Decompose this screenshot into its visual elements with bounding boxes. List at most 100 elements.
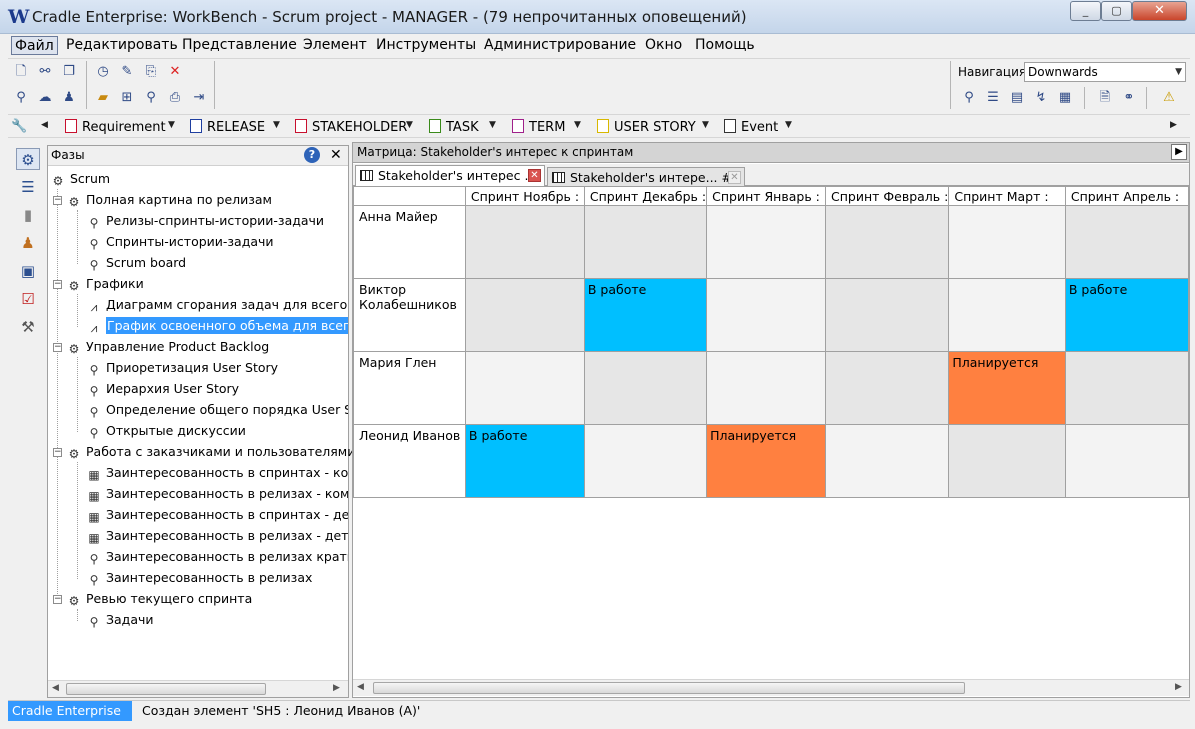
collapse-toggle[interactable]: − <box>53 196 62 205</box>
menu-window[interactable]: Окно <box>642 36 685 55</box>
close-tab-icon[interactable]: ✕ <box>728 171 741 184</box>
delete-icon[interactable]: ✕ <box>166 63 184 81</box>
tree-node-view[interactable]: ⚲ Спринты-истории-задачи <box>86 232 348 252</box>
print-icon[interactable]: ⎙ <box>166 89 184 107</box>
chevron-down-icon[interactable]: ▼ <box>168 120 175 130</box>
column-header[interactable]: Спринт Январь : <box>706 186 826 206</box>
type-task[interactable]: TASK <box>429 119 479 135</box>
matrix-cell-in-progress[interactable]: В работе <box>583 278 708 352</box>
database-icon[interactable]: ▮ <box>16 204 40 226</box>
column-header[interactable]: Спринт Февраль : <box>824 186 950 206</box>
maximize-button[interactable]: ▢ <box>1101 1 1132 21</box>
new-document-icon[interactable]: 🗋 <box>12 63 30 81</box>
column-header[interactable]: Спринт Март : <box>948 186 1066 206</box>
clock-icon[interactable]: ◷ <box>94 63 112 81</box>
tree-node-view[interactable]: ▦Заинтересованность в спринтах - детальн… <box>86 505 348 525</box>
column-header[interactable]: Спринт Ноябрь : <box>464 186 585 206</box>
tree-node-folder[interactable]: ⚙ Управление Product Backlog <box>66 337 270 357</box>
document-info-icon[interactable]: 🗎 <box>1096 89 1114 107</box>
warning-icon[interactable]: ⚠ <box>1160 89 1178 107</box>
tree-node-folder[interactable]: ⚙ Графики <box>66 274 144 294</box>
matrix-cell[interactable] <box>1064 205 1190 279</box>
tree-node-view-selected[interactable]: ⩘График освоенного объема для всего back… <box>86 316 348 336</box>
window-icon[interactable]: ▣ <box>16 260 40 282</box>
list-view-icon[interactable]: ☰ <box>16 176 40 198</box>
type-term[interactable]: TERM <box>512 119 565 135</box>
matrix-cell-planned[interactable]: Планируется <box>948 351 1066 425</box>
column-header[interactable]: Спринт Апрель : <box>1064 186 1190 206</box>
matrix-cell[interactable] <box>824 351 950 425</box>
matrix-cell[interactable] <box>583 205 708 279</box>
tree-node-folder[interactable]: ⚙ Ревью текущего спринта <box>66 589 253 609</box>
type-stakeholder[interactable]: STAKEHOLDER <box>295 119 407 135</box>
matrix-cell[interactable] <box>1064 424 1190 498</box>
matrix-cell[interactable] <box>583 351 708 425</box>
scroll-right-icon[interactable]: ▶ <box>1175 682 1182 692</box>
routing-icon[interactable]: ↯ <box>1032 89 1050 107</box>
matrix-cell[interactable] <box>948 424 1066 498</box>
collapse-toggle[interactable]: − <box>53 343 62 352</box>
chevron-down-icon[interactable]: ▼ <box>574 120 581 130</box>
cloud-icon[interactable]: ☁ <box>36 89 54 107</box>
tree-node-view[interactable]: ⚲ Релизы-спринты-истории-задачи <box>86 211 348 231</box>
help-icon[interactable]: ? <box>304 147 320 163</box>
scrollbar-thumb[interactable] <box>373 682 965 694</box>
close-panel-button[interactable]: ✕ <box>330 147 342 163</box>
matrix-cell[interactable] <box>824 424 950 498</box>
tab-matrix-2[interactable]: Stakeholder's интере... #1 ✕ <box>547 167 745 186</box>
type-requirement[interactable]: Requirement <box>65 119 166 135</box>
navigation-select[interactable]: Downwards ▼ <box>1024 62 1186 82</box>
matrix-cell[interactable] <box>824 205 950 279</box>
collapse-toggle[interactable]: − <box>53 595 62 604</box>
chevron-left-icon[interactable]: ◀ <box>41 120 48 130</box>
list-icon[interactable]: ☰ <box>984 89 1002 107</box>
type-event[interactable]: Event <box>724 119 778 135</box>
matrix-cell[interactable] <box>464 351 585 425</box>
tree-node-view[interactable]: ▦Заинтересованность в релизах - детально <box>86 526 348 546</box>
matrix-cell[interactable] <box>706 205 826 279</box>
search-icon[interactable]: ⚲ <box>142 89 160 107</box>
column-header[interactable]: Спринт Декабрь : <box>583 186 708 206</box>
tree-node-root[interactable]: ⚙ Scrum <box>50 169 110 189</box>
matrix-cell[interactable] <box>948 278 1066 352</box>
export-icon[interactable]: ⇥ <box>190 89 208 107</box>
minimize-button[interactable]: _ <box>1070 1 1101 21</box>
matrix-cell[interactable] <box>464 278 585 352</box>
row-header[interactable]: Виктор Колабешников <box>353 278 466 352</box>
matrix-cell-in-progress[interactable]: В работе <box>464 424 585 498</box>
type-release[interactable]: RELEASE <box>190 119 265 135</box>
menu-view[interactable]: Представление <box>179 36 300 55</box>
find-icon[interactable]: ⚲ <box>960 89 978 107</box>
form-icon[interactable]: ▤ <box>1008 89 1026 107</box>
phases-icon[interactable]: ⚙ <box>16 148 40 170</box>
tree-node-view[interactable]: ⚲ Приоретизация User Story <box>86 358 348 378</box>
users-icon[interactable]: ♟ <box>60 89 78 107</box>
menu-element[interactable]: Элемент <box>300 36 370 55</box>
wrench-icon[interactable]: 🔧 <box>11 119 27 135</box>
tree-node-folder[interactable]: ⚙ Полная картина по релизам <box>66 190 272 210</box>
copy-icon[interactable]: ❐ <box>60 63 78 81</box>
tree-icon[interactable]: ⊞ <box>118 89 136 107</box>
matrix-cell[interactable] <box>583 424 708 498</box>
row-header[interactable]: Мария Глен <box>353 351 466 425</box>
tree-node-view[interactable]: ⚲ Открытые дискуссии <box>86 421 348 441</box>
users-icon[interactable]: ♟ <box>16 232 40 254</box>
chevron-down-icon[interactable]: ▼ <box>785 120 792 130</box>
chevron-right-icon[interactable]: ▶ <box>1171 144 1187 160</box>
stamp-icon[interactable]: ⎘ <box>142 63 160 81</box>
chevron-right-icon[interactable]: ▶ <box>1170 120 1177 130</box>
link-icon[interactable]: ⚯ <box>36 63 54 81</box>
matrix-cell[interactable] <box>706 351 826 425</box>
chevron-down-icon[interactable]: ▼ <box>273 120 280 130</box>
matrix-cell[interactable] <box>1064 351 1190 425</box>
collapse-toggle[interactable]: − <box>53 280 62 289</box>
tree-node-view[interactable]: ▦Заинтересованность в релизах - компактн… <box>86 484 348 504</box>
scroll-left-icon[interactable]: ◀ <box>357 682 364 692</box>
tree-node-view[interactable]: ⚲ Заинтересованность в релизах кратко <box>86 547 348 567</box>
scroll-right-icon[interactable]: ▶ <box>333 683 340 693</box>
chevron-down-icon[interactable]: ▼ <box>489 120 496 130</box>
matrix-cell-planned[interactable]: Планируется <box>706 424 826 498</box>
checklist-icon[interactable]: ☑ <box>16 288 40 310</box>
tab-matrix-1[interactable]: Stakeholder's интерес ... ✕ <box>355 165 545 186</box>
chevron-down-icon[interactable]: ▼ <box>406 120 413 130</box>
